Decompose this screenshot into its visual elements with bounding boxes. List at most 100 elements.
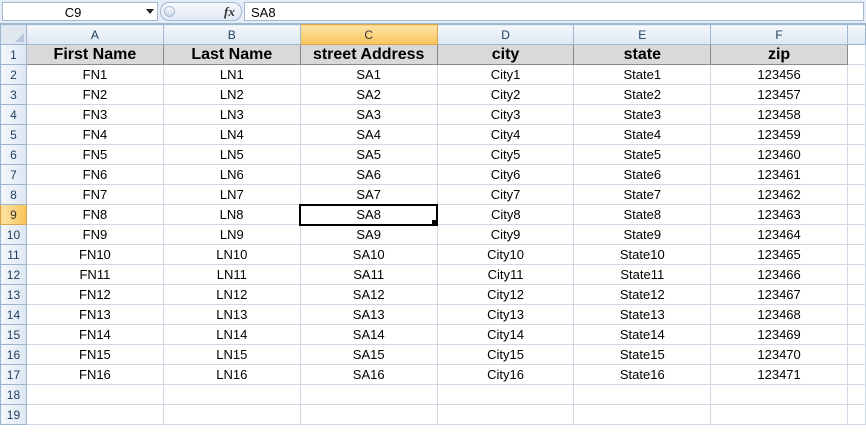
cell-c4[interactable]: SA3 (299, 104, 438, 125)
name-box[interactable]: C9 (2, 2, 158, 21)
cell-c19[interactable] (299, 404, 438, 425)
cell-d11[interactable]: City10 (436, 244, 575, 265)
cell-a11[interactable]: FN10 (25, 244, 164, 265)
cell-e13[interactable]: State12 (573, 284, 712, 305)
column-header-d[interactable]: D (436, 24, 575, 45)
column-header-f[interactable]: F (710, 24, 848, 45)
cell-b12[interactable]: LN11 (162, 264, 301, 285)
fill-handle[interactable] (431, 218, 436, 223)
cell-b4[interactable]: LN3 (162, 104, 301, 125)
cell-a16[interactable]: FN15 (25, 344, 164, 365)
cell-d18[interactable] (436, 384, 575, 405)
cell-d3[interactable]: City2 (436, 84, 575, 105)
cell-d10[interactable]: City9 (436, 224, 575, 245)
cell-b19[interactable] (162, 404, 301, 425)
chevron-down-icon[interactable] (146, 9, 154, 14)
header-cell-c[interactable]: street Address (299, 44, 438, 65)
cell-b13[interactable]: LN12 (162, 284, 301, 305)
cell-f4[interactable]: 123458 (710, 104, 848, 125)
cell-d14[interactable]: City13 (436, 304, 575, 325)
row-header-14[interactable]: 14 (0, 304, 27, 325)
cell-f7[interactable]: 123461 (710, 164, 848, 185)
cell-b5[interactable]: LN4 (162, 124, 301, 145)
cell-e6[interactable]: State5 (573, 144, 712, 165)
row-header-16[interactable]: 16 (0, 344, 27, 365)
formula-input[interactable]: SA8 (244, 2, 864, 21)
cell-d2[interactable]: City1 (436, 64, 575, 85)
cell-d12[interactable]: City11 (436, 264, 575, 285)
cell-e10[interactable]: State9 (573, 224, 712, 245)
cell-a5[interactable]: FN4 (25, 124, 164, 145)
cell-e5[interactable]: State4 (573, 124, 712, 145)
cell-g15[interactable] (846, 324, 866, 345)
cell-f19[interactable] (710, 404, 848, 425)
row-header-11[interactable]: 11 (0, 244, 27, 265)
row-header-9[interactable]: 9 (0, 204, 27, 225)
cell-d4[interactable]: City3 (436, 104, 575, 125)
row-header-8[interactable]: 8 (0, 184, 27, 205)
cell-d6[interactable]: City5 (436, 144, 575, 165)
cell-c7[interactable]: SA6 (299, 164, 438, 185)
row-header-7[interactable]: 7 (0, 164, 27, 185)
cell-b16[interactable]: LN15 (162, 344, 301, 365)
cell-e14[interactable]: State13 (573, 304, 712, 325)
resize-grip-icon[interactable] (164, 6, 175, 17)
cell-a14[interactable]: FN13 (25, 304, 164, 325)
cell-g5[interactable] (846, 124, 866, 145)
cell-f8[interactable]: 123462 (710, 184, 848, 205)
cell-b6[interactable]: LN5 (162, 144, 301, 165)
header-cell-e[interactable]: state (573, 44, 712, 65)
cell-g17[interactable] (846, 364, 866, 385)
cell-b8[interactable]: LN7 (162, 184, 301, 205)
row-header-2[interactable]: 2 (0, 64, 27, 85)
row-header-3[interactable]: 3 (0, 84, 27, 105)
cell-b14[interactable]: LN13 (162, 304, 301, 325)
cell-g10[interactable] (846, 224, 866, 245)
cell-c3[interactable]: SA2 (299, 84, 438, 105)
cell-b10[interactable]: LN9 (162, 224, 301, 245)
cell-c2[interactable]: SA1 (299, 64, 438, 85)
cell-a17[interactable]: FN16 (25, 364, 164, 385)
header-cell-f[interactable]: zip (710, 44, 848, 65)
cell-e7[interactable]: State6 (573, 164, 712, 185)
cell-f13[interactable]: 123467 (710, 284, 848, 305)
cell-a8[interactable]: FN7 (25, 184, 164, 205)
cell-d9[interactable]: City8 (436, 204, 575, 225)
cell-f17[interactable]: 123471 (710, 364, 848, 385)
cell-d17[interactable]: City16 (436, 364, 575, 385)
cell-g6[interactable] (846, 144, 866, 165)
cell-e2[interactable]: State1 (573, 64, 712, 85)
cell-a15[interactable]: FN14 (25, 324, 164, 345)
row-header-15[interactable]: 15 (0, 324, 27, 345)
cell-a12[interactable]: FN11 (25, 264, 164, 285)
cell-e8[interactable]: State7 (573, 184, 712, 205)
row-header-19[interactable]: 19 (0, 404, 27, 425)
cell-b11[interactable]: LN10 (162, 244, 301, 265)
cell-a7[interactable]: FN6 (25, 164, 164, 185)
cell-g9[interactable] (846, 204, 866, 225)
cell-e19[interactable] (573, 404, 712, 425)
cell-b3[interactable]: LN2 (162, 84, 301, 105)
select-all-button[interactable] (0, 24, 27, 45)
cell-e11[interactable]: State10 (573, 244, 712, 265)
cell-a2[interactable]: FN1 (25, 64, 164, 85)
cell-c6[interactable]: SA5 (299, 144, 438, 165)
cell-g18[interactable] (846, 384, 866, 405)
cell-e3[interactable]: State2 (573, 84, 712, 105)
header-cell-a[interactable]: First Name (25, 44, 164, 65)
column-header-e[interactable]: E (573, 24, 712, 45)
cell-e17[interactable]: State16 (573, 364, 712, 385)
fx-icon[interactable]: fx (224, 4, 235, 20)
cell-a9[interactable]: FN8 (25, 204, 164, 225)
row-header-4[interactable]: 4 (0, 104, 27, 125)
cell-f3[interactable]: 123457 (710, 84, 848, 105)
column-header-g[interactable] (846, 24, 866, 45)
cell-c5[interactable]: SA4 (299, 124, 438, 145)
cell-c10[interactable]: SA9 (299, 224, 438, 245)
cell-a13[interactable]: FN12 (25, 284, 164, 305)
cell-f2[interactable]: 123456 (710, 64, 848, 85)
cell-a18[interactable] (25, 384, 164, 405)
cell-b7[interactable]: LN6 (162, 164, 301, 185)
cell-f16[interactable]: 123470 (710, 344, 848, 365)
row-header-13[interactable]: 13 (0, 284, 27, 305)
